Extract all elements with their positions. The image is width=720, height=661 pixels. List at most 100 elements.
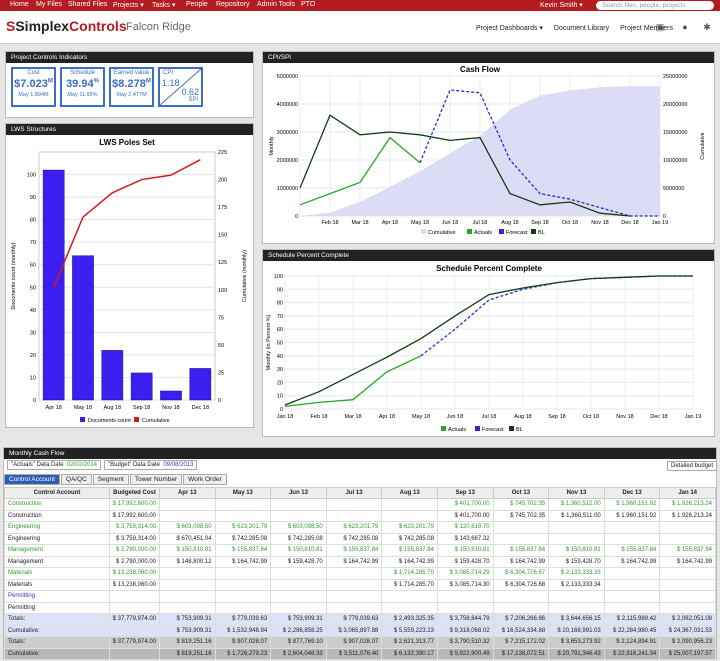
logo[interactable]: SSimplexControls <box>6 18 127 34</box>
lws-legend-swatch <box>80 417 85 422</box>
column-header[interactable]: Budgeted Cost <box>109 487 160 499</box>
spc-chart: Schedule Percent Complete 0 10 20 30 40 50 60 70… <box>266 264 701 433</box>
column-header[interactable]: May 13 <box>214 487 272 499</box>
cpi-spi-title: CPI/SPI <box>263 52 714 63</box>
table-cell <box>214 567 272 580</box>
table-cell: $ 2,115,989.42 <box>603 613 661 626</box>
nav-people[interactable]: People <box>186 1 208 8</box>
spc-ytick-label: 40 <box>277 354 283 360</box>
project-members-link[interactable]: Project Members <box>620 25 673 32</box>
logo-prefix: Simplex <box>15 18 70 34</box>
table-row[interactable]: Management $ 2,790,000.00 $ 150,810.81 $ 15… <box>4 544 716 557</box>
column-header[interactable]: Oct 13 <box>492 487 550 499</box>
cf-ytick-label: 1000000 <box>277 186 298 192</box>
table-cell: $ 742,285.08 <box>381 532 438 545</box>
nav-shared-files[interactable]: Shared Files <box>68 1 107 8</box>
column-header[interactable]: Sep 13 <box>436 487 494 499</box>
table-cell: $ 2,604,048.33 <box>270 647 327 660</box>
document-library-link[interactable]: Document Library <box>554 25 609 32</box>
table-row[interactable]: Engineering $ 3,759,314.00 $ 603,098.50 $ 6… <box>4 521 716 534</box>
spc-legend-swatch <box>509 426 514 431</box>
table-row[interactable]: Management $ 2,790,000.00 $ 148,800.12 $ 16… <box>4 555 716 568</box>
nav-projects[interactable]: Projects ▾ <box>113 1 144 9</box>
tab-work-order[interactable]: Work Order <box>183 474 227 485</box>
project-dashboards-link[interactable]: Project Dashboards ▾ <box>476 25 543 32</box>
table-row[interactable]: Totals: $ 37,779,974.00 $ 819,251.16 $ 907,… <box>4 636 716 649</box>
table-row[interactable]: Cumulative: $ 753,909.31 $ 1,532,948.94 $ 2… <box>4 624 716 637</box>
table-row[interactable]: Engineering $ 3,759,314.00 $ 670,451.04 $ 7… <box>4 532 716 545</box>
table-cell <box>270 498 327 511</box>
tab-tower-number[interactable]: Tower Number <box>129 474 183 485</box>
actuals-label: "Actuals" Data Date <box>11 462 64 468</box>
user-menu[interactable]: Kevin Smith ▾ <box>540 1 583 9</box>
lws-bar <box>72 255 94 401</box>
table-cell: $ 1,726,279.23 <box>214 647 272 660</box>
kpi-cost[interactable]: Cost $7.023M May 1.894M <box>11 67 56 107</box>
table-cell <box>214 509 272 522</box>
table-cell: $ 155,837.84 <box>325 544 383 557</box>
lws-ytick-right-label: 0 <box>218 398 221 404</box>
row-label[interactable]: Engineering <box>4 521 110 534</box>
table-row[interactable]: Cumulative: $ 819,251.16 $ 1,726,279.23 $ 2… <box>4 647 716 660</box>
table-row[interactable]: Materials $ 13,238,060.00 $ 1,714,285.70 $ … <box>4 578 716 591</box>
table-cell: $ 745,702.35 <box>492 509 550 522</box>
column-header[interactable]: Jul 13 <box>325 487 383 499</box>
row-label[interactable]: Permitting <box>4 590 110 603</box>
column-header[interactable]: Jan 14 <box>659 487 716 499</box>
lws-bar <box>160 390 182 401</box>
column-header[interactable]: Jun 13 <box>270 487 327 499</box>
table-cell <box>159 590 216 603</box>
table-row[interactable]: Permitting <box>4 601 716 614</box>
spc-xtick-label: Jan 18 <box>277 414 294 420</box>
nav-home[interactable]: Home <box>10 1 29 8</box>
table-row[interactable]: Totals: $ 37,779,974.00 $ 753,909.31 $ 779,… <box>4 613 716 626</box>
lws-ytick-label: 100 <box>27 173 36 179</box>
column-header[interactable]: Dec 13 <box>603 487 661 499</box>
spc-xtick-label: Jun 18 <box>447 414 464 420</box>
printer-icon[interactable]: ▣ <box>655 22 665 32</box>
table-cell: $ 150,810.81 <box>159 544 216 557</box>
table-cell <box>548 521 605 534</box>
kpi-earned-value[interactable]: Earned value $8.278M May 2.477M <box>109 67 154 107</box>
table-row[interactable]: Permitting <box>4 590 716 603</box>
row-label[interactable]: Management <box>4 544 110 557</box>
table-row[interactable]: Construction $ 17,992,600.00 $ 401,700.00 $… <box>4 509 716 522</box>
table-cell <box>159 601 216 614</box>
column-header[interactable]: Apr 13 <box>159 487 216 499</box>
row-label[interactable]: Construction <box>4 498 110 511</box>
kpi-cpi-spi[interactable]: CPI 1.18 0.62 SPI <box>158 67 203 107</box>
tab-segment[interactable]: Segment <box>92 474 129 485</box>
table-cell <box>492 601 550 614</box>
table-cell <box>325 567 383 580</box>
actuals-date-field[interactable]: "Actuals" Data Date 02/02/2014 <box>7 460 101 470</box>
cf-ytick-right-label: 25000000 <box>663 74 687 80</box>
row-label[interactable]: Materials <box>4 567 110 580</box>
gear-icon[interactable]: ✱ <box>702 22 712 32</box>
spc-ytick-label: 50 <box>277 341 283 347</box>
tab-control-account[interactable]: Control Account <box>4 474 60 485</box>
nav-pto[interactable]: PTO <box>301 1 315 8</box>
actuals-date: 02/02/2014 <box>66 462 97 468</box>
column-header[interactable]: Aug 13 <box>381 487 438 499</box>
budget-date-field[interactable]: "Budget" Data Date 09/08/2013 <box>104 460 198 470</box>
spc-xtick-label: Sep 18 <box>548 414 565 420</box>
tab-qa-qc[interactable]: QA/QC <box>60 474 92 485</box>
column-header[interactable]: Nov 13 <box>548 487 605 499</box>
search-input[interactable]: Search files, people, projects <box>596 1 714 10</box>
table-row[interactable]: Materials $ 13,238,060.00 $ 1,714,285.70 $ … <box>4 567 716 580</box>
nav-my-files[interactable]: My Files <box>36 1 62 8</box>
table-cell: $ 2,621,313.77 <box>381 636 438 649</box>
table-row[interactable]: Construction $ 17,992,600.00 $ 401,700.00 $… <box>4 498 716 511</box>
nav-admin-tools[interactable]: Admin Tools <box>257 1 295 8</box>
nav-repository[interactable]: Repository <box>216 1 249 8</box>
kpi-schedule[interactable]: Schedule 39.94% May 11.95% <box>60 67 105 107</box>
kpi-earned-title: Earned value <box>113 70 150 76</box>
detailed-budget-button[interactable]: Detailed budget <box>667 461 718 471</box>
nav-tasks[interactable]: Tasks ▾ <box>152 1 175 9</box>
column-header[interactable]: Control Account <box>4 487 110 499</box>
user-icon[interactable]: ● <box>680 22 690 32</box>
table-cell: $ 20,791,346.43 <box>548 647 605 660</box>
table-cell <box>214 498 272 511</box>
lws-ytick-right-label: 50 <box>218 343 224 349</box>
table-cell: $ 1,960,151.92 <box>603 498 661 511</box>
